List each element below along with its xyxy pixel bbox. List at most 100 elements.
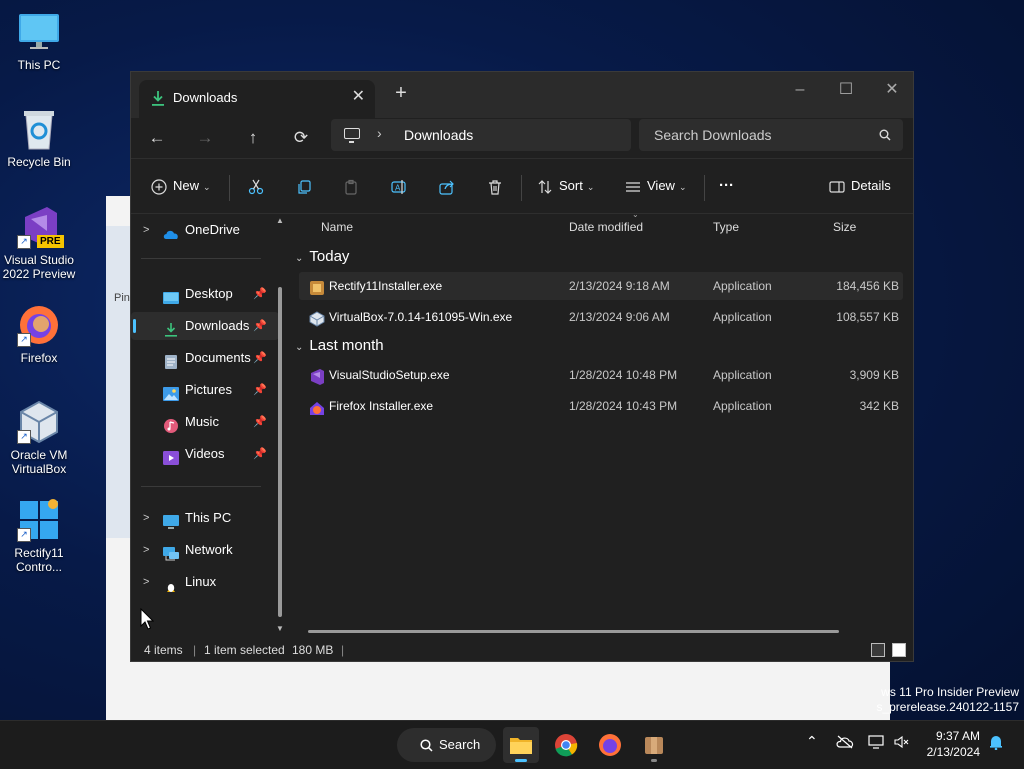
- details-view-icon[interactable]: [871, 643, 885, 657]
- breadcrumb-downloads[interactable]: Downloads: [404, 127, 473, 143]
- copy-button[interactable]: [296, 173, 312, 199]
- desktop-icon-label: This PC: [17, 58, 61, 72]
- pin-icon: 📌: [253, 416, 267, 428]
- taskbar-search-button[interactable]: Search: [397, 728, 496, 762]
- search-input[interactable]: Search Downloads: [639, 119, 903, 151]
- nav-divider: [141, 258, 261, 259]
- share-button[interactable]: [439, 173, 455, 199]
- column-header-size[interactable]: Size: [833, 220, 856, 234]
- sidebar-item-videos[interactable]: Videos 📌: [131, 440, 279, 468]
- desktop-icon-label: VirtualBox: [11, 462, 67, 476]
- cloud-offline-icon[interactable]: [836, 735, 854, 752]
- sidebar-item-network[interactable]: > Network: [131, 536, 279, 564]
- shortcut-arrow-icon: ↗: [17, 235, 31, 249]
- chevron-down-icon[interactable]: ⌄: [295, 342, 303, 353]
- close-window-button[interactable]: ✕: [869, 76, 915, 104]
- desktop-icon-virtualbox[interactable]: ↗ Oracle VM VirtualBox: [2, 400, 76, 476]
- taskbar-file-explorer[interactable]: [503, 727, 539, 763]
- maximize-button[interactable]: ☐: [823, 76, 869, 104]
- cut-button[interactable]: [248, 173, 264, 199]
- sort-indicator-icon: ⌄: [632, 210, 639, 219]
- column-header-type[interactable]: Type: [713, 220, 739, 234]
- sidebar-item-linux[interactable]: > Linux: [131, 568, 279, 596]
- minimize-button[interactable]: –: [777, 76, 823, 104]
- toolbar-divider: [521, 175, 522, 201]
- cloud-icon: [163, 223, 179, 239]
- taskbar: Search ⌃ 9:37 AM 2/13/2024: [0, 720, 1024, 769]
- chevron-right-icon[interactable]: >: [143, 536, 149, 564]
- document-icon: [163, 351, 179, 369]
- volume-muted-icon[interactable]: [894, 735, 910, 752]
- share-icon: [439, 180, 454, 195]
- column-header-name[interactable]: Name: [321, 220, 353, 234]
- network-icon[interactable]: [868, 735, 886, 752]
- file-row[interactable]: Rectify11Installer.exe 2/13/2024 9:18 AM…: [299, 272, 903, 300]
- group-header-today[interactable]: ⌄ Today: [295, 248, 349, 265]
- nav-divider: [141, 486, 261, 487]
- back-arrow-icon[interactable]: ←: [143, 124, 171, 152]
- desktop-icon-firefox[interactable]: ↗ Firefox: [2, 303, 76, 365]
- file-row[interactable]: VirtualBox-7.0.14-161095-Win.exe 2/13/20…: [299, 303, 903, 331]
- sidebar-item-desktop[interactable]: Desktop 📌: [131, 280, 279, 308]
- paste-button[interactable]: [343, 173, 359, 199]
- status-divider: |: [341, 643, 345, 657]
- sidebar-item-pictures[interactable]: Pictures 📌: [131, 376, 279, 404]
- desktop-icon-visual-studio[interactable]: PRE ↗ Visual Studio 2022 Preview: [2, 205, 76, 281]
- refresh-icon[interactable]: ⟳: [287, 124, 315, 152]
- toolbar-divider: [704, 175, 705, 201]
- taskbar-chrome[interactable]: [548, 727, 584, 763]
- scroll-down-arrow-icon[interactable]: ▼: [276, 624, 284, 633]
- desktop-icon-recycle-bin[interactable]: Recycle Bin: [2, 107, 76, 169]
- system-clock[interactable]: 9:37 AM 2/13/2024: [927, 728, 980, 760]
- chevron-up-icon[interactable]: ⌃: [806, 733, 818, 750]
- details-pane-icon: [829, 180, 845, 193]
- desktop-folder-icon: [163, 287, 179, 304]
- sidebar-item-music[interactable]: Music 📌: [131, 408, 279, 436]
- delete-button[interactable]: [487, 173, 503, 199]
- chevron-right-icon[interactable]: >: [143, 568, 149, 596]
- view-button[interactable]: View ⌄: [625, 173, 687, 199]
- pin-icon: 📌: [253, 384, 267, 396]
- chevron-down-icon[interactable]: ⌄: [295, 253, 303, 264]
- file-row[interactable]: Firefox Installer.exe 1/28/2024 10:43 PM…: [299, 392, 903, 420]
- title-bar[interactable]: Downloads ✕ + – ☐ ✕: [131, 72, 913, 118]
- more-options-button[interactable]: ···: [719, 173, 734, 199]
- desktop-icon-rectify11[interactable]: ↗ Rectify11 Contro...: [2, 498, 76, 574]
- sidebar-item-onedrive[interactable]: > OneDrive: [131, 216, 279, 244]
- tab-downloads[interactable]: Downloads ✕: [139, 80, 375, 118]
- group-header-last-month[interactable]: ⌄ Last month: [295, 337, 384, 354]
- status-bar: 4 items | 1 item selected 180 MB |: [131, 638, 913, 662]
- taskbar-firefox[interactable]: [592, 727, 628, 763]
- new-tab-button[interactable]: +: [389, 82, 413, 105]
- notification-bell-icon[interactable]: [988, 734, 1004, 753]
- sidebar-item-this-pc[interactable]: > This PC: [131, 504, 279, 532]
- scrollbar-thumb[interactable]: [278, 287, 282, 617]
- desktop-icon-label: Contro...: [15, 560, 63, 574]
- tux-penguin-icon: [163, 575, 179, 593]
- scroll-up-arrow-icon[interactable]: ▲: [276, 216, 284, 225]
- close-tab-icon[interactable]: ✕: [352, 86, 365, 106]
- new-button[interactable]: New ⌄: [151, 173, 211, 199]
- address-bar[interactable]: › Downloads: [331, 119, 631, 151]
- column-header-date-modified[interactable]: Date modified: [569, 220, 643, 234]
- sidebar-item-documents[interactable]: Documents 📌: [131, 344, 279, 372]
- details-pane-button[interactable]: Details: [829, 173, 891, 199]
- chevron-right-icon[interactable]: >: [143, 216, 149, 244]
- sort-button[interactable]: Sort ⌄: [537, 173, 594, 199]
- video-icon: [163, 447, 179, 465]
- chevron-right-icon[interactable]: >: [143, 504, 149, 532]
- nav-scrollbar[interactable]: ▲ ▼: [276, 214, 284, 636]
- chevron-right-icon[interactable]: ›: [377, 125, 382, 141]
- up-arrow-icon[interactable]: ↑: [239, 124, 267, 152]
- clock-time: 9:37 AM: [935, 729, 980, 743]
- taskbar-installer-app[interactable]: [636, 727, 672, 763]
- desktop-icon-this-pc[interactable]: This PC: [2, 10, 76, 72]
- sidebar-item-downloads[interactable]: Downloads 📌: [131, 312, 279, 340]
- forward-arrow-icon[interactable]: →: [191, 124, 219, 152]
- shortcut-arrow-icon: ↗: [17, 430, 31, 444]
- large-icons-view-icon[interactable]: [892, 643, 906, 657]
- rename-button[interactable]: A: [391, 173, 407, 199]
- horizontal-scrollbar[interactable]: [308, 630, 839, 633]
- file-row[interactable]: VisualStudioSetup.exe 1/28/2024 10:48 PM…: [299, 361, 903, 389]
- desktop-icon-label: Recycle Bin: [7, 155, 71, 169]
